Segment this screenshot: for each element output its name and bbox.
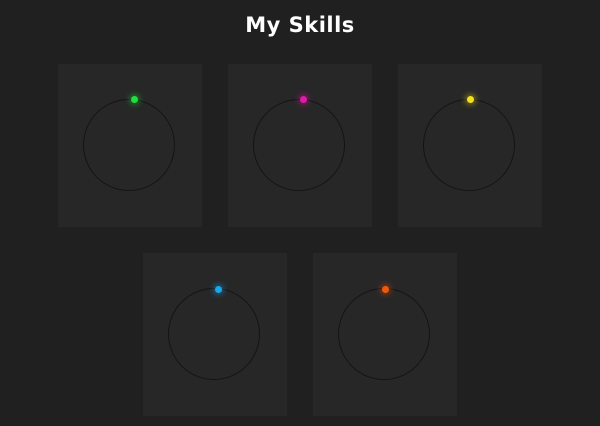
skill-card-4: [143, 253, 287, 416]
skill-card-2: [228, 64, 372, 227]
skill-indicator-dot: [131, 96, 138, 103]
skill-ring: [338, 288, 430, 380]
skill-ring: [253, 99, 345, 191]
skills-page: My Skills: [0, 0, 600, 426]
skill-indicator-dot: [215, 286, 222, 293]
page-title: My Skills: [245, 13, 355, 37]
skill-ring: [423, 99, 515, 191]
skill-indicator-dot: [467, 96, 474, 103]
skill-indicator-dot: [382, 286, 389, 293]
skill-card-5: [313, 253, 457, 416]
skill-card-1: [58, 64, 202, 227]
skill-indicator-dot: [300, 96, 307, 103]
skill-ring: [168, 288, 260, 380]
skill-ring: [83, 99, 175, 191]
skill-card-3: [398, 64, 542, 227]
